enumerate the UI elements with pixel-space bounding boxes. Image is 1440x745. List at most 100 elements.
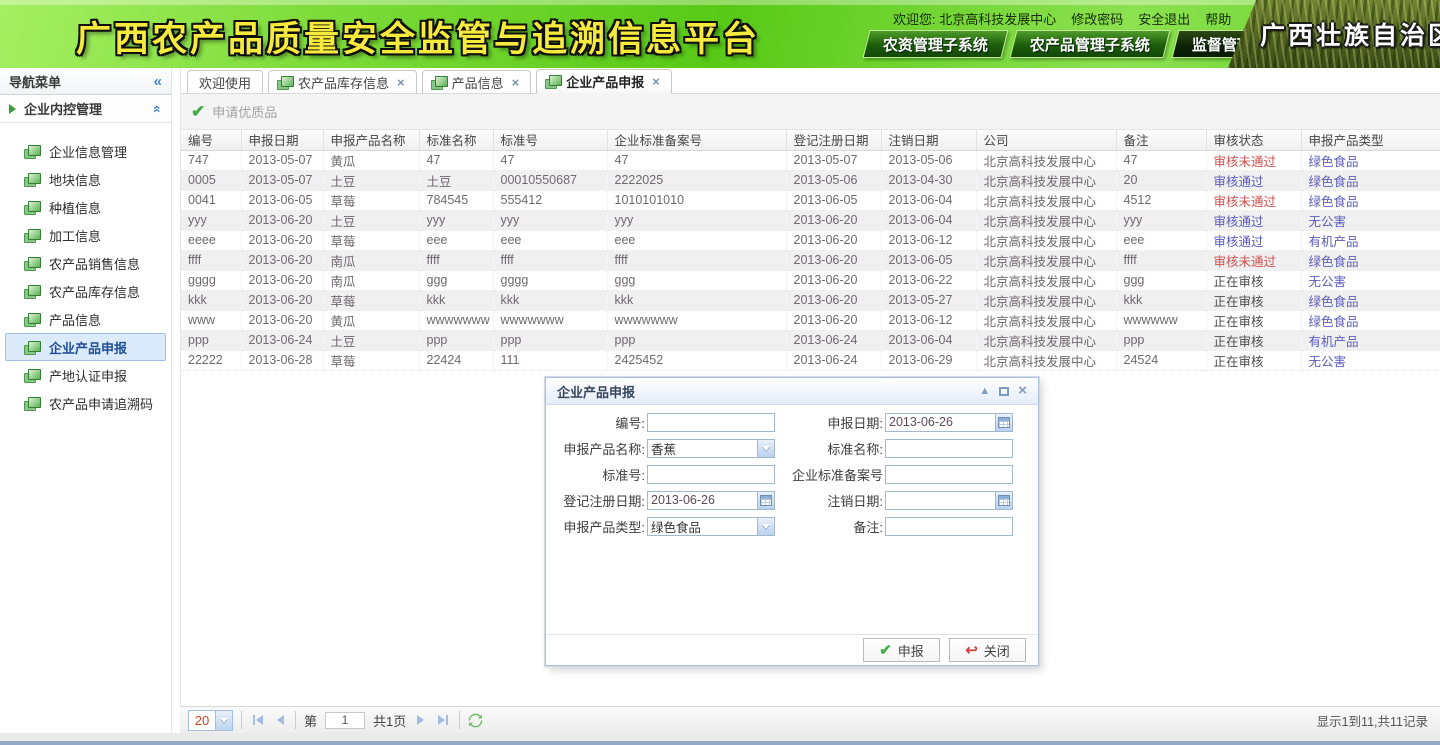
- tab-welcome[interactable]: 欢迎使用: [187, 70, 263, 94]
- last-page-button[interactable]: [435, 712, 451, 728]
- table-row[interactable]: ffff 2013-06-20 南瓜 ffff ffff ffff 2013-0…: [181, 250, 1440, 270]
- sidebar-item[interactable]: 农产品库存信息: [5, 277, 166, 305]
- column-header[interactable]: 注销日期: [881, 130, 976, 150]
- column-header[interactable]: 申报产品名称: [323, 130, 419, 150]
- sidebar-item[interactable]: 产地认证申报: [5, 361, 166, 389]
- table-row[interactable]: 747 2013-05-07 黄瓜 47 47 47 2013-05-07 20…: [181, 150, 1440, 170]
- standard-no-input[interactable]: [647, 465, 775, 484]
- sidebar-item[interactable]: 农产品申请追溯码: [5, 389, 166, 417]
- sidebar-item-label: 地块信息: [49, 170, 101, 189]
- help-link[interactable]: 帮助: [1205, 9, 1231, 28]
- column-header[interactable]: 编号: [181, 130, 241, 150]
- cell-record-no: ffff: [607, 250, 786, 270]
- sidebar-item-label: 农产品销售信息: [49, 254, 140, 273]
- first-page-button[interactable]: [250, 712, 266, 728]
- table-row[interactable]: kkk 2013-06-20 草莓 kkk kkk kkk 2013-06-20…: [181, 290, 1440, 310]
- cell-record-no: ppp: [607, 330, 786, 350]
- page-number-input[interactable]: [325, 712, 365, 729]
- nav-agri-products-button[interactable]: 农产品管理子系统: [1010, 30, 1171, 58]
- calendar-icon[interactable]: [995, 414, 1012, 431]
- folder-icon: [27, 286, 40, 297]
- code-input[interactable]: [647, 413, 775, 432]
- close-button[interactable]: ↩ 关闭: [949, 638, 1026, 662]
- folder-icon: [27, 174, 40, 185]
- table-row[interactable]: 0005 2013-05-07 土豆 土豆 00010550687 222202…: [181, 170, 1440, 190]
- standard-name-input[interactable]: [885, 439, 1013, 458]
- cell-product-name: 草莓: [323, 290, 419, 310]
- change-password-link[interactable]: 修改密码: [1071, 9, 1123, 28]
- column-header[interactable]: 申报产品类型: [1301, 130, 1440, 150]
- tab-inventory[interactable]: 农产品库存信息 ×: [268, 70, 417, 94]
- product-name-select[interactable]: [648, 440, 757, 457]
- section-collapse-icon[interactable]: «: [150, 105, 166, 113]
- sidebar-item[interactable]: 地块信息: [5, 165, 166, 193]
- cell-standard-name: 土豆: [419, 170, 493, 190]
- next-page-button[interactable]: [414, 712, 427, 728]
- refresh-button[interactable]: [468, 713, 483, 728]
- sidebar-item[interactable]: 企业信息管理: [5, 137, 166, 165]
- column-header[interactable]: 企业标准备案号: [607, 130, 786, 150]
- table-row[interactable]: yyy 2013-06-20 土豆 yyy yyy yyy 2013-06-20…: [181, 210, 1440, 230]
- calendar-icon[interactable]: [757, 492, 774, 509]
- submit-button[interactable]: ✔ 申报: [863, 638, 940, 662]
- chevron-down-icon[interactable]: [757, 518, 774, 535]
- table-row[interactable]: www 2013-06-20 黄瓜 wwwwwww wwwwwww wwwwww…: [181, 310, 1440, 330]
- tab-product-info[interactable]: 产品信息 ×: [422, 70, 532, 94]
- cell-declare-date: 2013-05-07: [241, 150, 323, 170]
- cell-register-date: 2013-06-20: [786, 250, 881, 270]
- grid-header: 编号 申报日期 申报产品名称 标准名称 标准号 企业标准备案号 登记注册日期 注…: [181, 130, 1440, 150]
- column-header[interactable]: 申报日期: [241, 130, 323, 150]
- folder-icon: [27, 202, 40, 213]
- column-header[interactable]: 标准号: [493, 130, 607, 150]
- declare-date-input[interactable]: [886, 414, 995, 431]
- tab-product-declaration[interactable]: 企业产品申报 ×: [536, 69, 672, 94]
- product-type-select[interactable]: [648, 518, 757, 535]
- cell-remark: ggg: [1116, 270, 1206, 290]
- remark-input[interactable]: [885, 517, 1013, 536]
- table-row[interactable]: 22222 2013-06-28 草莓 22424 111 2425452 20…: [181, 350, 1440, 370]
- tab-close-icon[interactable]: ×: [512, 75, 520, 90]
- dialog-footer: ✔ 申报 ↩ 关闭: [546, 634, 1038, 665]
- column-header[interactable]: 公司: [976, 130, 1116, 150]
- nav-agri-materials-button[interactable]: 农资管理子系统: [863, 30, 1009, 58]
- tab-close-icon[interactable]: ×: [397, 75, 405, 90]
- cell-code: www: [181, 310, 241, 330]
- cancel-date-input[interactable]: [886, 492, 995, 509]
- sidebar-item[interactable]: 种植信息: [5, 193, 166, 221]
- table-row[interactable]: gggg 2013-06-20 南瓜 ggg gggg ggg 2013-06-…: [181, 270, 1440, 290]
- sidebar-item[interactable]: 企业产品申报: [5, 333, 166, 361]
- cell-company: 北京高科技发展中心: [976, 270, 1116, 290]
- table-row[interactable]: ppp 2013-06-24 土豆 ppp ppp ppp 2013-06-24…: [181, 330, 1440, 350]
- document-icon: [280, 77, 293, 88]
- column-header[interactable]: 审核状态: [1206, 130, 1301, 150]
- calendar-icon[interactable]: [995, 492, 1012, 509]
- register-date-input[interactable]: [648, 492, 757, 509]
- cell-standard-name: ppp: [419, 330, 493, 350]
- cell-product-type: 有机产品: [1301, 230, 1440, 250]
- column-header[interactable]: 登记注册日期: [786, 130, 881, 150]
- column-header[interactable]: 标准名称: [419, 130, 493, 150]
- dialog-maximize-icon[interactable]: [999, 387, 1009, 396]
- apply-premium-button[interactable]: 申请优质品: [212, 102, 277, 121]
- sidebar-item[interactable]: 产品信息: [5, 305, 166, 333]
- folder-icon: [27, 146, 40, 157]
- record-no-input[interactable]: [885, 465, 1013, 484]
- table-row[interactable]: 0041 2013-06-05 草莓 784545 555412 1010101…: [181, 190, 1440, 210]
- sidebar-item[interactable]: 加工信息: [5, 221, 166, 249]
- accordion-section-header[interactable]: 企业内控管理 «: [0, 95, 171, 123]
- cell-standard-name: ggg: [419, 270, 493, 290]
- logout-link[interactable]: 安全退出: [1138, 9, 1190, 28]
- cell-code: eeee: [181, 230, 241, 250]
- dialog-header[interactable]: 企业产品申报 ▲ ×: [546, 378, 1038, 405]
- dialog-close-icon[interactable]: ×: [1018, 386, 1027, 396]
- cell-status: 审核通过: [1206, 170, 1301, 190]
- sidebar-collapse-icon[interactable]: «: [154, 73, 162, 90]
- column-header[interactable]: 备注: [1116, 130, 1206, 150]
- chevron-down-icon[interactable]: [757, 440, 774, 457]
- page-size-select[interactable]: 20: [188, 710, 233, 731]
- prev-page-button[interactable]: [274, 712, 287, 728]
- sidebar-item[interactable]: 农产品销售信息: [5, 249, 166, 277]
- dialog-collapse-icon[interactable]: ▲: [979, 385, 990, 397]
- table-row[interactable]: eeee 2013-06-20 草莓 eee eee eee 2013-06-2…: [181, 230, 1440, 250]
- tab-close-icon[interactable]: ×: [652, 74, 660, 89]
